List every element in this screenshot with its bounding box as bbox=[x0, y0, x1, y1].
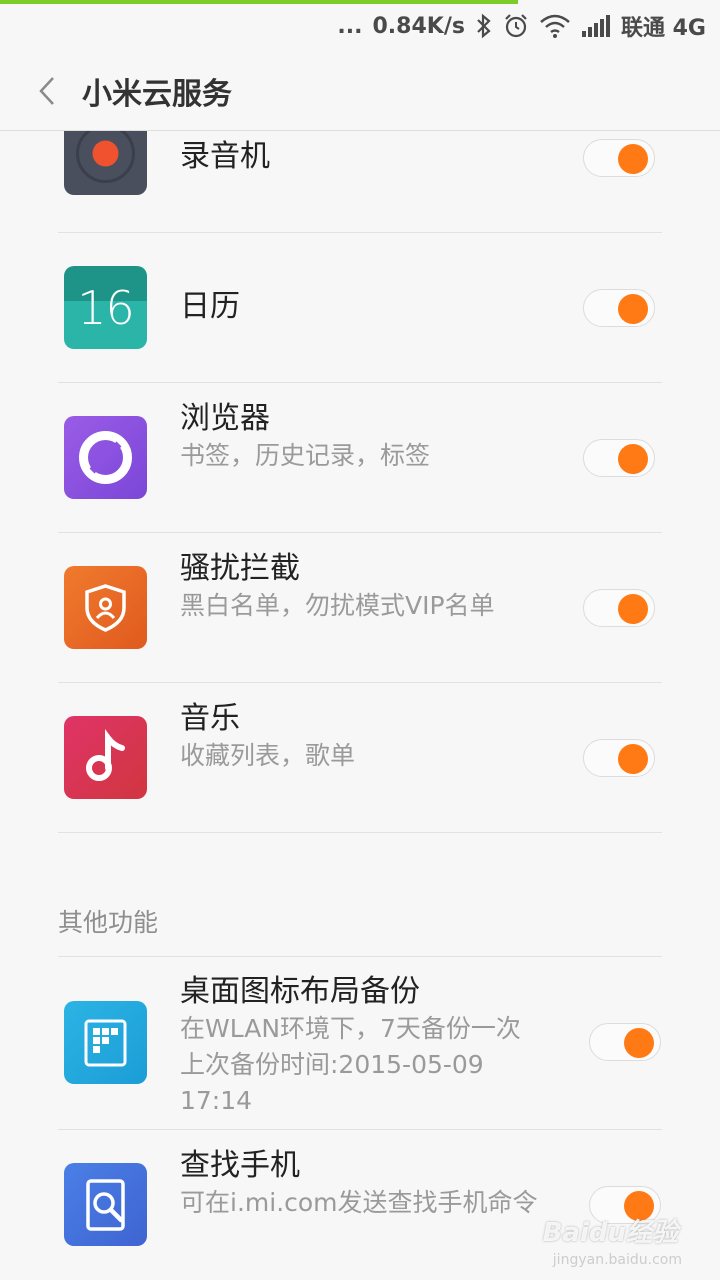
list-item-recorder[interactable]: 录音机 bbox=[0, 131, 720, 232]
list-item-music[interactable]: 音乐 收藏列表，歌单 bbox=[0, 683, 720, 833]
item-title: 桌面图标布局备份 bbox=[180, 974, 420, 1009]
toggle-knob bbox=[618, 444, 648, 474]
item-subtitle-line-3: 17:14 bbox=[180, 1086, 253, 1115]
toggle-switch[interactable] bbox=[589, 1023, 661, 1061]
item-subtitle: 书签，历史记录，标签 bbox=[180, 441, 431, 470]
status-bar: ... 0.84K/s 联通 4G bbox=[0, 4, 720, 48]
section-header-other: 其他功能 bbox=[58, 908, 159, 937]
item-subtitle: 黑白名单，勿扰模式VIP名单 bbox=[180, 591, 495, 620]
toggle-switch[interactable] bbox=[583, 289, 655, 327]
item-subtitle: 收藏列表，歌单 bbox=[180, 741, 356, 770]
list-item-desktop-backup[interactable]: 桌面图标布局备份 在WLAN环境下，7天备份一次 上次备份时间:2015-05-… bbox=[0, 957, 720, 1129]
network-speed: 0.84K/s bbox=[372, 13, 465, 39]
item-subtitle-line-2: 上次备份时间:2015-05-09 bbox=[180, 1050, 484, 1079]
toggle-switch[interactable] bbox=[583, 139, 655, 177]
baidu-watermark-url: jingyan.baidu.com bbox=[552, 1252, 682, 1268]
shield-user-icon bbox=[64, 566, 147, 649]
item-title: 日历 bbox=[180, 289, 240, 324]
toggle-knob bbox=[618, 744, 648, 774]
chevron-left-icon bbox=[39, 77, 54, 105]
item-title: 浏览器 bbox=[180, 401, 270, 436]
toggle-knob bbox=[618, 294, 648, 324]
alarm-icon bbox=[503, 13, 529, 39]
toggle-knob bbox=[618, 144, 648, 174]
app-header: 小米云服务 bbox=[0, 52, 720, 131]
calendar-date: 16 bbox=[77, 280, 135, 335]
item-title: 录音机 bbox=[180, 139, 270, 174]
item-subtitle-line-1: 在WLAN环境下，7天备份一次 bbox=[180, 1014, 521, 1043]
back-button[interactable] bbox=[0, 52, 82, 130]
toggle-switch[interactable] bbox=[583, 739, 655, 777]
list-item-harassment-block[interactable]: 骚扰拦截 黑白名单，勿扰模式VIP名单 bbox=[0, 533, 720, 683]
find-phone-icon bbox=[64, 1163, 147, 1246]
music-note-icon bbox=[64, 716, 147, 799]
settings-list[interactable]: 录音机 16 日历 浏览器 书签，历史记录，标签 骚扰拦截 黑白名单，勿扰模式V… bbox=[0, 131, 720, 1280]
toggle-knob bbox=[624, 1028, 654, 1058]
toggle-switch[interactable] bbox=[583, 439, 655, 477]
item-title: 音乐 bbox=[180, 701, 240, 736]
desktop-layout-icon bbox=[64, 1001, 147, 1084]
item-title: 骚扰拦截 bbox=[180, 551, 300, 586]
recorder-icon bbox=[64, 131, 147, 195]
item-subtitle: 可在i.mi.com发送查找手机命令 bbox=[180, 1188, 538, 1217]
status-dots: ... bbox=[337, 13, 363, 39]
signal-icon bbox=[581, 15, 611, 37]
carrier-label: 联通 4G bbox=[620, 16, 706, 41]
browser-icon bbox=[64, 416, 147, 499]
baidu-watermark: Baidu经验 bbox=[542, 1218, 678, 1248]
list-item-browser[interactable]: 浏览器 书签，历史记录，标签 bbox=[0, 383, 720, 533]
calendar-icon: 16 bbox=[64, 266, 147, 349]
page-title: 小米云服务 bbox=[82, 77, 232, 112]
item-title: 查找手机 bbox=[180, 1148, 300, 1183]
divider bbox=[58, 832, 662, 833]
bluetooth-icon bbox=[475, 13, 493, 39]
list-item-calendar[interactable]: 16 日历 bbox=[0, 233, 720, 383]
wifi-icon bbox=[539, 14, 571, 38]
toggle-knob bbox=[618, 594, 648, 624]
toggle-switch[interactable] bbox=[583, 589, 655, 627]
